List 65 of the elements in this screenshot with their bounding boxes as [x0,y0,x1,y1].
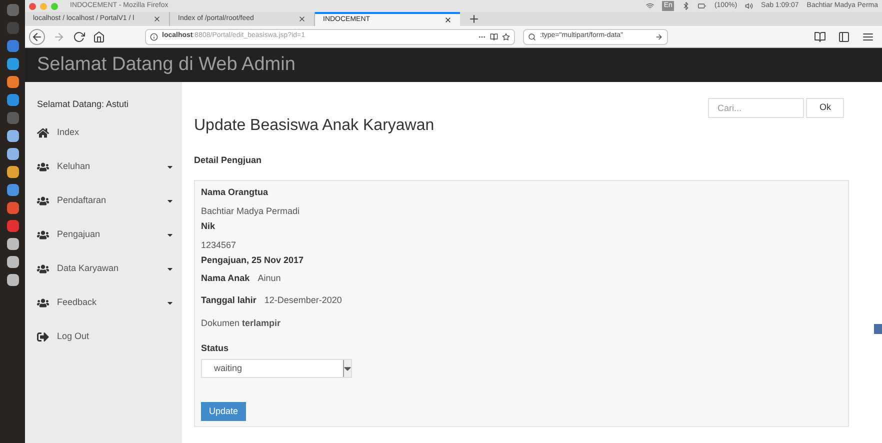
app-launcher-icon[interactable] [6,274,18,286]
close-tab-icon[interactable] [444,16,452,24]
wifi-icon [646,2,654,10]
sidebar-menu-item[interactable]: Index [37,116,182,150]
app-launcher-icon[interactable] [6,166,18,178]
sidebar-toggle-icon[interactable] [838,30,850,42]
close-tab-icon[interactable] [153,15,161,23]
search-icon [528,32,536,40]
close-window-button[interactable] [29,2,36,10]
page-title: Update Beasiswa Anak Karyawan [194,116,434,136]
sidebar-menu-item[interactable]: Pengajuan [37,218,182,252]
app-launcher-icon[interactable] [6,130,18,142]
home-button[interactable] [93,30,105,42]
field-label: Nik [201,220,216,232]
sidebar-menu-item[interactable]: Keluhan [37,150,182,184]
field-label: Nama Anak [201,272,250,285]
new-tab-icon[interactable] [468,13,480,25]
search-field[interactable]: Cari... [708,98,804,118]
back-button[interactable] [29,28,45,44]
ok-button[interactable]: Ok [806,98,844,118]
app-launcher-icon[interactable] [6,256,18,268]
bluetooth-icon [682,2,690,10]
users-icon [37,194,49,206]
app-launcher-icon[interactable] [6,76,18,88]
info-icon [150,32,158,40]
app-launcher-icon[interactable] [6,94,18,106]
field-label: Nama Orangtua [201,186,270,199]
sidebar-menu-item[interactable]: Pendaftaran [37,184,182,218]
app-launcher-icon[interactable] [6,148,18,160]
field-label: Status [201,342,230,354]
field-value: 1234567 [201,238,238,252]
users-icon [37,160,49,172]
volume-icon [745,2,754,10]
sign-out-icon [37,330,49,342]
field-value: Ainun [258,272,281,285]
app-launcher-icon[interactable] [6,184,18,196]
app-launcher-icon[interactable] [6,220,18,232]
status-select[interactable]: waiting [201,359,352,378]
section-title: Detail Pengjuan [194,154,263,167]
close-tab-icon[interactable] [298,15,306,23]
field-value: Bachtiar Madya Permadi [201,204,301,218]
header-title: Selamat Datang di Web Admin [37,52,296,77]
update-button[interactable]: Update [201,402,246,421]
users-icon [37,228,49,240]
field-label: Pengajuan, 25 Nov 2017 [201,254,305,267]
app-launcher-icon[interactable] [6,202,18,214]
battery-icon [698,2,706,10]
app-launcher-icon[interactable] [6,40,18,52]
app-launcher-icon[interactable] [6,238,18,250]
sidebar-menu-item[interactable]: Feedback [37,286,182,320]
sidebar-menu-item[interactable]: Data Karyawan [37,252,182,286]
document-note: Dokumen terlampir [201,316,282,330]
app-launcher-icon[interactable] [6,58,18,70]
library-icon[interactable] [814,30,826,42]
sidebar-menu-item[interactable]: Log Out [37,320,182,354]
bookmark-star-icon[interactable] [502,32,510,40]
go-arrow-icon[interactable] [655,32,663,40]
reload-button[interactable] [73,30,85,42]
home-icon [37,126,49,138]
menu-icon[interactable] [862,30,874,42]
users-icon [37,296,49,308]
users-icon [37,262,49,274]
field-label: Tanggal lahir [201,294,256,307]
greeting-text: Selamat Datang: Astuti [37,98,130,111]
field-value: 12-Desember-2020 [264,294,342,307]
